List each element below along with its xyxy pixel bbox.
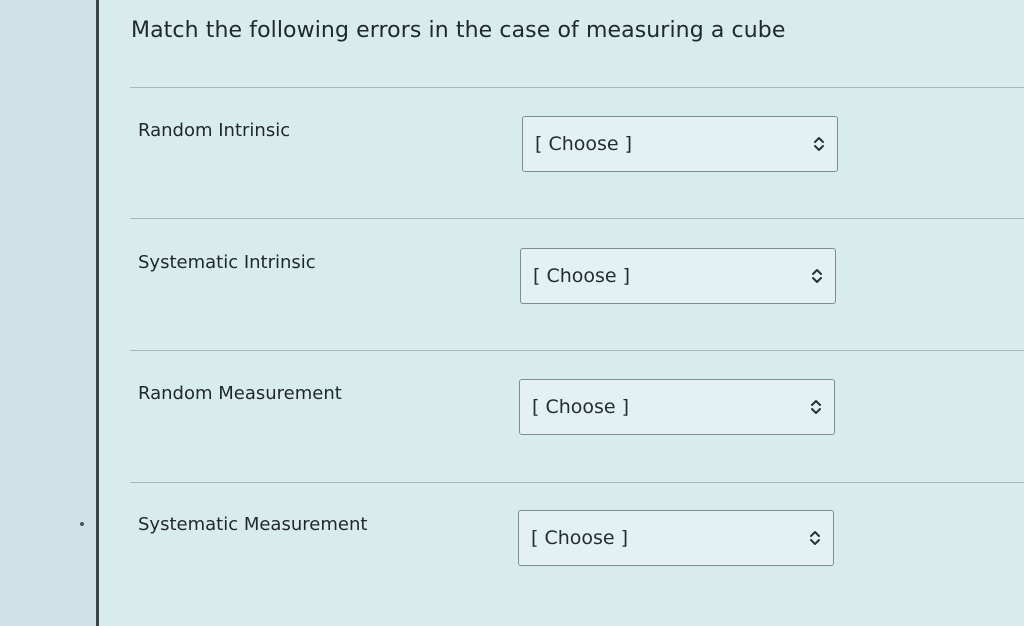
match-label-systematic-intrinsic: Systematic Intrinsic: [138, 252, 316, 273]
divider: [130, 87, 1024, 88]
up-down-chevron-icon: [810, 531, 820, 545]
match-select-random-measurement[interactable]: [ Choose ]: [519, 379, 835, 435]
up-down-chevron-icon: [811, 400, 821, 414]
match-select-systematic-measurement[interactable]: [ Choose ]: [518, 510, 834, 566]
up-down-chevron-icon: [812, 269, 822, 283]
select-value: [ Choose ]: [533, 265, 631, 287]
match-select-random-intrinsic[interactable]: [ Choose ]: [522, 116, 838, 172]
match-label-random-intrinsic: Random Intrinsic: [138, 120, 291, 141]
divider: [130, 218, 1024, 219]
select-value: [ Choose ]: [532, 396, 630, 418]
up-down-chevron-icon: [814, 137, 824, 151]
left-margin: [0, 0, 96, 626]
match-select-systematic-intrinsic[interactable]: [ Choose ]: [520, 248, 836, 304]
match-label-systematic-measurement: Systematic Measurement: [138, 514, 368, 535]
question-title: Match the following errors in the case o…: [131, 18, 786, 43]
select-value: [ Choose ]: [535, 133, 633, 155]
select-value: [ Choose ]: [531, 527, 629, 549]
divider: [130, 482, 1024, 483]
bullet-dot: [80, 522, 84, 526]
divider: [130, 350, 1024, 351]
match-label-random-measurement: Random Measurement: [138, 383, 342, 404]
